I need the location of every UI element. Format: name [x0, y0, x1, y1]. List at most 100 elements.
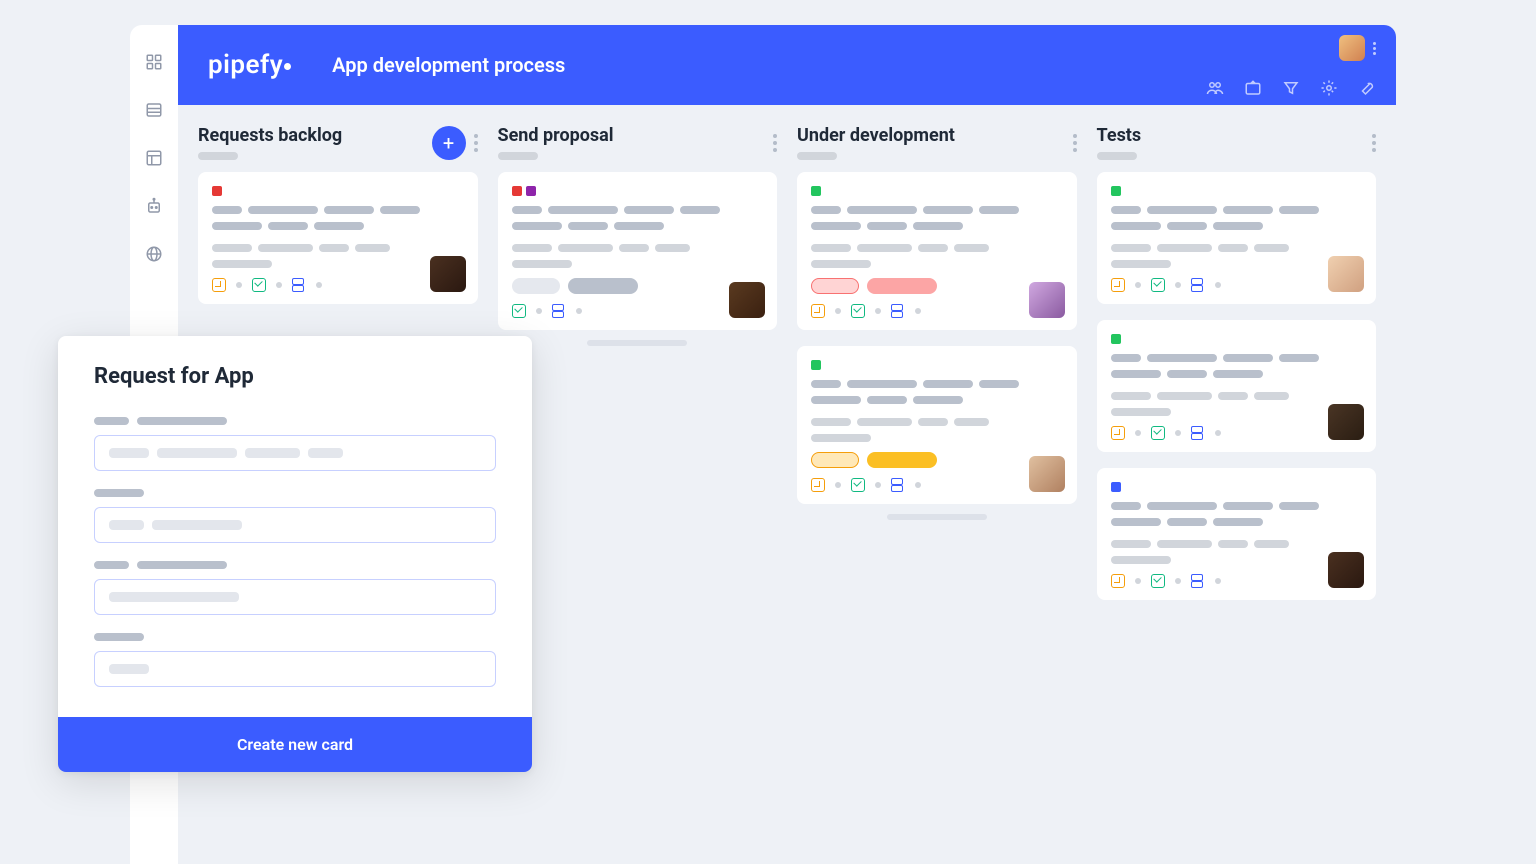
card-orange-icon	[811, 304, 825, 318]
layout-icon[interactable]	[145, 149, 163, 167]
kanban-card[interactable]	[1097, 468, 1377, 600]
card-dot	[1215, 578, 1221, 584]
card-content	[1111, 206, 1363, 268]
card-tag	[526, 186, 536, 196]
column-more-icon[interactable]	[474, 134, 478, 152]
card-orange-icon	[1111, 426, 1125, 440]
column-header: Send proposal	[498, 125, 778, 160]
card-pill-row	[811, 278, 1063, 294]
kanban-card[interactable]	[797, 172, 1077, 330]
field-input[interactable]	[94, 651, 496, 687]
column-title-wrap: Tests	[1097, 125, 1142, 160]
kanban-card[interactable]	[1097, 172, 1377, 304]
column-cards	[498, 172, 778, 330]
column-cards	[797, 172, 1077, 504]
card-content	[811, 206, 1063, 268]
form-field	[94, 417, 496, 471]
header-more-icon[interactable]	[1373, 42, 1376, 55]
settings-icon[interactable]	[1320, 79, 1338, 97]
card-tag	[811, 186, 821, 196]
card-pill-label	[568, 278, 638, 294]
card-orange-icon	[212, 278, 226, 292]
kanban-card[interactable]	[1097, 320, 1377, 452]
column-more-icon[interactable]	[1372, 134, 1376, 152]
list-icon[interactable]	[145, 101, 163, 119]
card-tag	[1111, 334, 1121, 344]
card-pill-row	[512, 278, 764, 294]
form-field	[94, 489, 496, 543]
user-avatar[interactable]	[1339, 35, 1365, 61]
card-dot	[915, 482, 921, 488]
add-card-button[interactable]: +	[432, 126, 466, 160]
card-green-icon	[1151, 278, 1165, 292]
card-assignee-avatar[interactable]	[1029, 282, 1065, 318]
card-assignee-avatar[interactable]	[729, 282, 765, 318]
card-tag	[512, 186, 522, 196]
column-more-icon[interactable]	[1073, 134, 1077, 152]
grid-icon[interactable]	[145, 53, 163, 71]
card-assignee-avatar[interactable]	[1328, 552, 1364, 588]
page-title: App development process	[332, 53, 565, 77]
members-icon[interactable]	[1206, 79, 1224, 97]
create-card-button[interactable]: Create new card	[58, 717, 532, 772]
card-dot	[236, 282, 242, 288]
field-input[interactable]	[94, 579, 496, 615]
card-orange-icon	[1111, 574, 1125, 588]
card-pill	[811, 278, 859, 294]
card-tags	[1111, 334, 1363, 344]
card-pill-label	[867, 452, 937, 468]
column-title: Tests	[1097, 125, 1142, 146]
globe-icon[interactable]	[145, 245, 163, 263]
kanban-card[interactable]	[797, 346, 1077, 504]
bot-icon[interactable]	[145, 197, 163, 215]
field-label	[94, 633, 496, 641]
card-assignee-avatar[interactable]	[430, 256, 466, 292]
card-footer	[1111, 278, 1363, 292]
card-dot	[1175, 430, 1181, 436]
card-assignee-avatar[interactable]	[1328, 256, 1364, 292]
column-title-wrap: Requests backlog	[198, 125, 342, 160]
header-tools	[1206, 79, 1376, 97]
field-label	[94, 417, 496, 425]
column: Under development	[797, 125, 1077, 864]
form-field	[94, 561, 496, 615]
card-dot	[875, 308, 881, 314]
card-pill-row	[811, 452, 1063, 468]
kanban-card[interactable]	[498, 172, 778, 330]
card-dot	[1215, 430, 1221, 436]
modal-title: Request for App	[94, 364, 496, 389]
card-footer	[212, 278, 464, 292]
card-blue-icon	[891, 304, 905, 318]
column-title-wrap: Under development	[797, 125, 955, 160]
card-footer	[811, 304, 1063, 318]
card-blue-icon	[1191, 278, 1205, 292]
card-tag	[1111, 186, 1121, 196]
column-title-wrap: Send proposal	[498, 125, 614, 160]
card-footer	[512, 304, 764, 318]
column-subtitle-placeholder	[1097, 152, 1137, 160]
card-green-icon	[851, 304, 865, 318]
card-green-icon	[851, 478, 865, 492]
column-cards	[1097, 172, 1377, 600]
filter-icon[interactable]	[1282, 79, 1300, 97]
share-icon[interactable]	[1244, 79, 1262, 97]
column-more-icon[interactable]	[773, 134, 777, 152]
card-assignee-avatar[interactable]	[1328, 404, 1364, 440]
card-assignee-avatar[interactable]	[1029, 456, 1065, 492]
brand-text: pipefy	[208, 50, 283, 80]
column-header: Under development	[797, 125, 1077, 160]
card-dot	[1135, 282, 1141, 288]
kanban-card[interactable]	[198, 172, 478, 304]
card-tag	[811, 360, 821, 370]
card-blue-icon	[891, 478, 905, 492]
card-tags	[1111, 482, 1363, 492]
field-input[interactable]	[94, 435, 496, 471]
card-dot	[875, 482, 881, 488]
column-title: Requests backlog	[198, 125, 342, 146]
field-input[interactable]	[94, 507, 496, 543]
column-subtitle-placeholder	[797, 152, 837, 160]
card-blue-icon	[1191, 574, 1205, 588]
scroll-hint	[498, 334, 778, 352]
wrench-icon[interactable]	[1358, 79, 1376, 97]
card-dot	[536, 308, 542, 314]
